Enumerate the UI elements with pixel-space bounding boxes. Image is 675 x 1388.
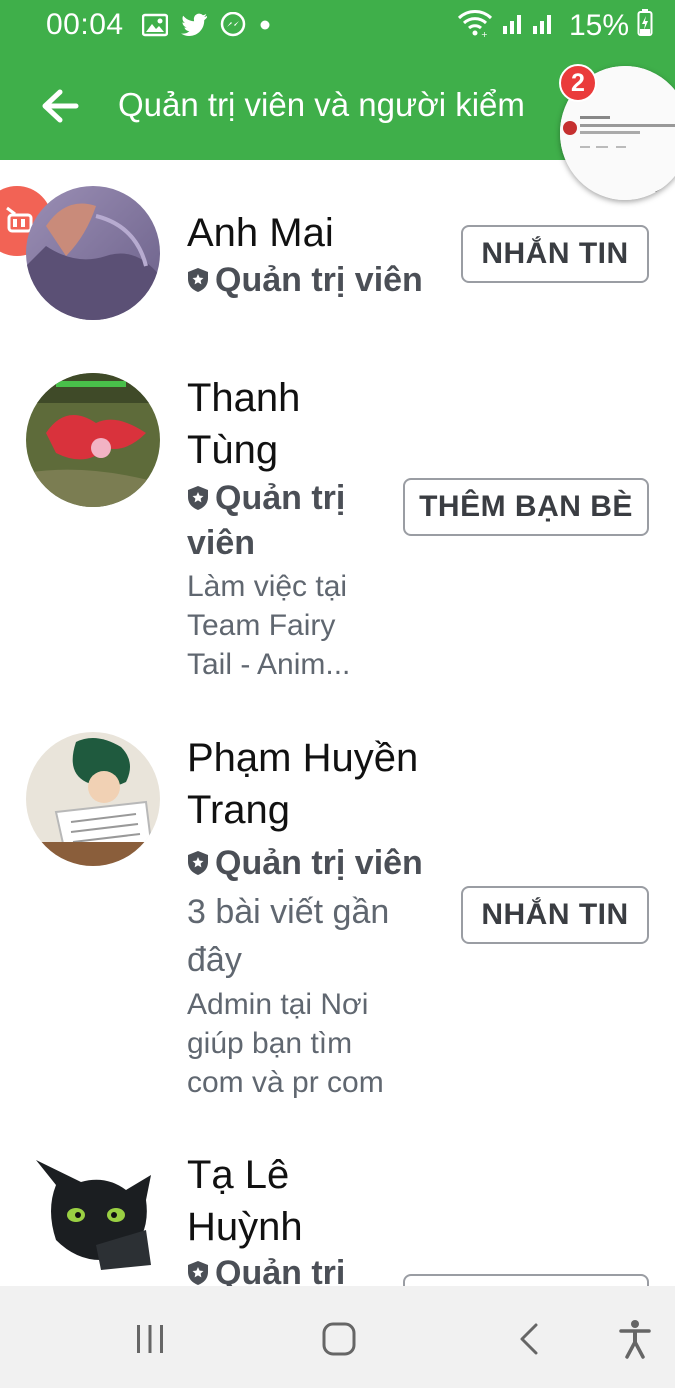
- list-item[interactable]: Thanh Tùng Quản trị viên Làm việc tại Te…: [0, 340, 675, 700]
- role-label: Quản trị viên: [215, 844, 423, 882]
- member-role: Quản trị: [187, 1250, 345, 1286]
- member-name-line1[interactable]: Tạ Lê: [187, 1150, 289, 1200]
- member-name-line1[interactable]: Thanh: [187, 373, 300, 423]
- twitter-icon: [180, 13, 208, 42]
- member-detail-line2: giúp bạn tìm: [187, 1027, 353, 1060]
- messenger-icon: [220, 11, 246, 43]
- wifi-icon: +: [457, 8, 493, 43]
- member-name-line2[interactable]: Trang: [187, 785, 290, 835]
- accessibility-icon: [619, 1320, 651, 1359]
- recent-apps-button[interactable]: [127, 1316, 173, 1362]
- notification-icons: [141, 11, 272, 43]
- status-time: 00:04: [46, 8, 124, 41]
- chat-head-badge: 2: [559, 64, 597, 102]
- status-bar: 00:04 + 15%: [0, 0, 675, 52]
- shield-icon: [188, 486, 208, 510]
- member-detail-line3: com và pr com: [187, 1066, 384, 1099]
- role-label-line2: viên: [187, 524, 256, 562]
- role-label-line1: Quản trị: [215, 1254, 346, 1286]
- role-label-line1: Quản trị: [215, 479, 346, 517]
- avatar[interactable]: [26, 373, 160, 507]
- avatar[interactable]: [26, 1140, 160, 1274]
- home-button[interactable]: [316, 1316, 362, 1362]
- member-name-line2[interactable]: Tùng: [187, 425, 278, 475]
- recent-posts-line1: 3 bài viết gần: [187, 893, 390, 931]
- signal-icon: [501, 10, 561, 41]
- member-name-line1[interactable]: Phạm Huyền: [187, 733, 418, 783]
- member-name-line2[interactable]: Huỳnh: [187, 1202, 303, 1252]
- member-detail-line1: Admin tại Nơi: [187, 988, 369, 1021]
- member-detail-line1: Làm việc tại: [187, 570, 348, 603]
- list-item[interactable]: Phạm Huyền Trang Quản trị viên 3 bài viế…: [0, 700, 675, 1110]
- shield-icon: [188, 268, 208, 292]
- member-detail-line2: Team Fairy: [187, 609, 336, 642]
- list-item[interactable]: Anh Mai Quản trị viên NHẮN TIN: [0, 160, 675, 340]
- shield-icon: [188, 851, 208, 875]
- navigation-bar: [0, 1286, 675, 1388]
- member-detail-line3: Tail - Anim...: [187, 648, 351, 681]
- message-button[interactable]: NHẮN TIN: [461, 886, 649, 944]
- svg-text:+: +: [481, 30, 488, 38]
- recent-posts-line2: đây: [187, 941, 242, 979]
- role-label: Quản trị viên: [215, 261, 423, 299]
- gallery-icon: [141, 13, 169, 42]
- message-button[interactable]: NHẮN TIN: [461, 225, 649, 283]
- arrow-left-icon: [42, 89, 79, 123]
- avatar[interactable]: [26, 186, 160, 320]
- action-button[interactable]: [403, 1274, 649, 1286]
- shield-icon: [188, 1261, 208, 1285]
- member-role: Quản trị viên: [187, 257, 423, 303]
- page-title: Quản trị viên và người kiểm: [118, 86, 525, 123]
- member-list: Anh Mai Quản trị viên NHẮN TIN Thanh Tùn…: [0, 160, 675, 1286]
- accessibility-button[interactable]: [612, 1316, 658, 1362]
- battery-percent: 15%: [568, 8, 629, 42]
- system-icons: + 15%: [457, 8, 653, 43]
- screen: 00:04 + 15% Quản trị viên và người kiểm …: [0, 0, 675, 1388]
- system-back-button[interactable]: [506, 1316, 552, 1362]
- dot-icon: [258, 18, 272, 37]
- list-item[interactable]: Tạ Lê Huỳnh Quản trị: [0, 1110, 675, 1286]
- add-friend-button[interactable]: THÊM BẠN BÈ: [403, 478, 649, 536]
- recent-apps-icon: [137, 1325, 163, 1353]
- battery-icon: [637, 9, 653, 42]
- back-button[interactable]: [38, 84, 82, 128]
- home-icon: [322, 1322, 356, 1356]
- back-icon: [520, 1323, 538, 1355]
- member-role: Quản trị: [187, 475, 345, 521]
- avatar[interactable]: [26, 732, 160, 866]
- member-name[interactable]: Anh Mai: [187, 208, 334, 258]
- member-role: Quản trị viên: [187, 840, 423, 886]
